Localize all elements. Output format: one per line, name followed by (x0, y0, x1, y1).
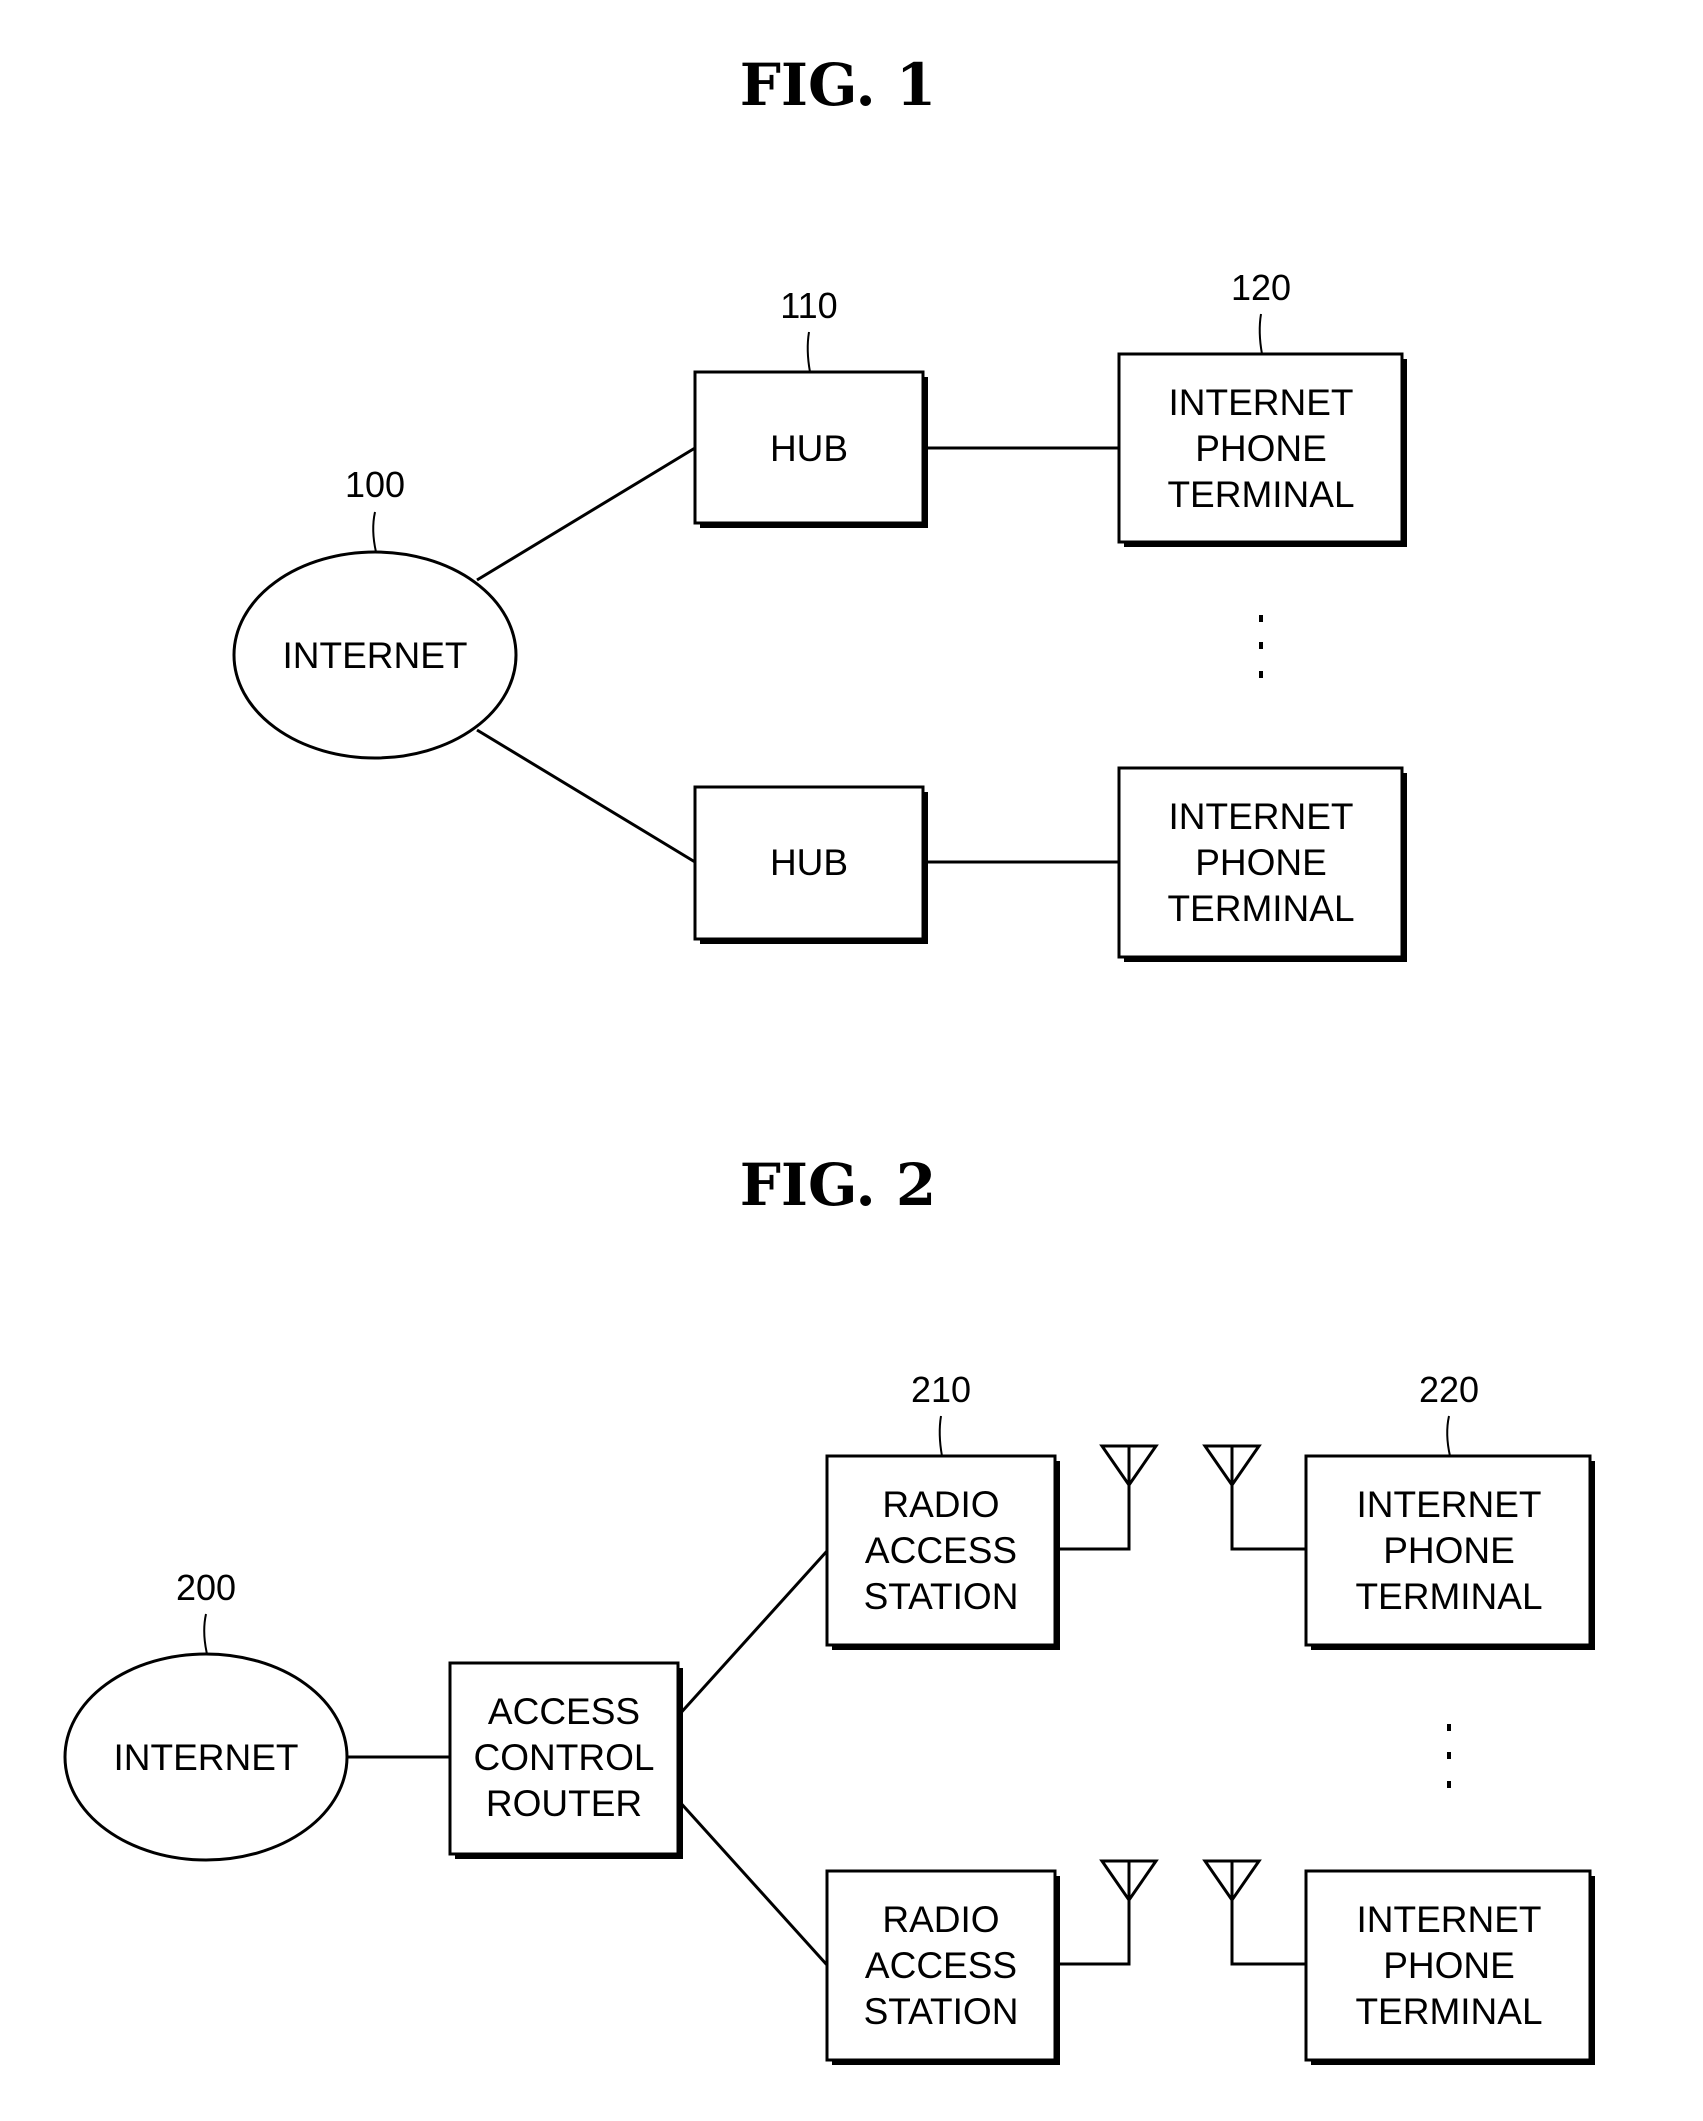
fig2-station-bottom-line1: RADIO (882, 1899, 999, 1940)
fig1-ref-100: 100 (345, 464, 405, 505)
fig1-hub-top: HUB (693, 370, 928, 528)
fig2-terminal-top: INTERNET PHONE TERMINAL (1304, 1454, 1595, 1650)
fig2-station-top: RADIO ACCESS STATION (825, 1454, 1060, 1650)
fig2-ellipsis-icon (1447, 1724, 1451, 1788)
fig2-terminal-top-line1: INTERNET (1357, 1484, 1542, 1525)
fig1-hub-top-label: HUB (770, 428, 848, 469)
fig1-terminal-top-line1: INTERNET (1169, 382, 1354, 423)
fig1-internet-node: INTERNET (232, 550, 518, 760)
fig1-ref-100-leader (372, 511, 377, 553)
fig2-antenna-station-top-icon (1060, 1444, 1159, 1551)
fig1-terminal-bottom-line2: PHONE (1195, 842, 1327, 883)
fig1-terminal-top: INTERNET PHONE TERMINAL (1117, 352, 1407, 547)
fig2-station-top-line2: ACCESS (865, 1530, 1017, 1571)
patent-drawing: FIG. 1 INTERNET 100 HUB 110 HUB INTERNET… (63, 51, 1595, 2065)
fig1-ellipsis-icon (1259, 615, 1263, 678)
fig2-link-router-station-bottom (676, 1798, 829, 1967)
fig2-ref-210-leader (938, 1415, 943, 1457)
fig1-title: FIG. 1 (740, 51, 937, 119)
fig1-hub-bottom-label: HUB (770, 842, 848, 883)
fig2-ref-220: 220 (1419, 1369, 1479, 1410)
fig2-access-control-router: ACCESS CONTROL ROUTER (448, 1661, 683, 1859)
fig2-router-line3: ROUTER (486, 1783, 642, 1824)
fig2-link-router-station-top (676, 1549, 829, 1718)
fig1-terminal-top-line3: TERMINAL (1167, 474, 1354, 515)
fig1-terminal-bottom: INTERNET PHONE TERMINAL (1117, 766, 1407, 962)
fig2-station-bottom: RADIO ACCESS STATION (825, 1869, 1060, 2065)
fig1-link-internet-hub-top (476, 446, 696, 582)
fig1-hub-bottom: HUB (693, 785, 928, 944)
fig2-terminal-bottom-line1: INTERNET (1357, 1899, 1542, 1940)
fig2-router-line1: ACCESS (488, 1691, 640, 1732)
fig2-terminal-bottom-line3: TERMINAL (1355, 1991, 1542, 2032)
fig2-antenna-terminal-bottom-icon (1202, 1859, 1306, 1966)
fig1-internet-label: INTERNET (283, 635, 468, 676)
fig2-terminal-top-line3: TERMINAL (1355, 1576, 1542, 1617)
fig2-antenna-terminal-top-icon (1202, 1444, 1306, 1551)
fig2-title: FIG. 2 (740, 1151, 937, 1219)
fig2-terminal-bottom-line2: PHONE (1383, 1945, 1515, 1986)
fig2-terminal-top-line2: PHONE (1383, 1530, 1515, 1571)
fig2-station-bottom-line3: STATION (864, 1991, 1019, 2032)
fig2-internet-label: INTERNET (114, 1737, 299, 1778)
fig2-ref-200: 200 (176, 1567, 236, 1608)
fig2-ref-200-leader (203, 1613, 208, 1655)
fig2-terminal-bottom: INTERNET PHONE TERMINAL (1304, 1869, 1595, 2065)
fig1-link-internet-hub-bottom (476, 728, 696, 864)
fig2-antenna-station-bottom-icon (1060, 1859, 1159, 1966)
fig2-ref-210: 210 (911, 1369, 971, 1410)
fig2-station-top-line3: STATION (864, 1576, 1019, 1617)
fig2-internet-node: INTERNET (63, 1652, 349, 1862)
fig1-terminal-bottom-line3: TERMINAL (1167, 888, 1354, 929)
fig1-terminal-bottom-line1: INTERNET (1169, 796, 1354, 837)
fig2-router-line2: CONTROL (474, 1737, 655, 1778)
fig2-station-top-line1: RADIO (882, 1484, 999, 1525)
fig1-terminal-top-line2: PHONE (1195, 428, 1327, 469)
fig1-ref-120: 120 (1231, 267, 1291, 308)
fig1-ref-110-leader (806, 331, 811, 373)
fig2-station-bottom-line2: ACCESS (865, 1945, 1017, 1986)
fig2-ref-220-leader (1446, 1415, 1451, 1457)
fig1-ref-110: 110 (780, 285, 837, 326)
fig1-ref-120-leader (1258, 313, 1263, 355)
